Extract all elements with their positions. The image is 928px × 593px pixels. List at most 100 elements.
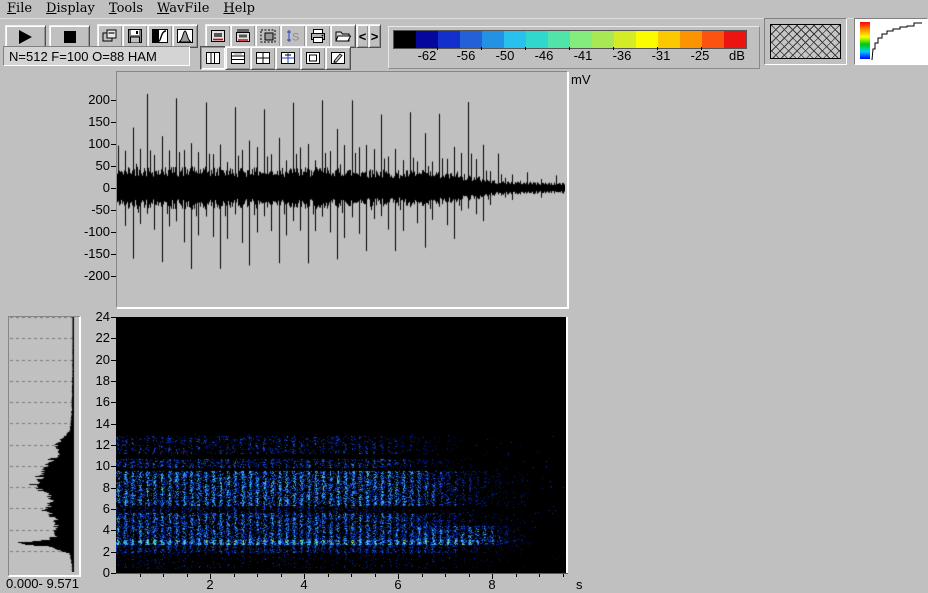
waveform-y-label: 150 bbox=[88, 114, 110, 129]
colorbar-cell bbox=[680, 31, 702, 48]
layout-vertical-panes-button[interactable] bbox=[200, 46, 226, 70]
spectrogram-y-tick bbox=[111, 381, 116, 382]
spectrogram-x-label: 6 bbox=[394, 577, 402, 592]
db-colorbar[interactable] bbox=[393, 30, 747, 49]
waveform-y-label: -100 bbox=[83, 224, 110, 239]
spectrogram-y-tick bbox=[111, 360, 116, 361]
waveform-y-tick bbox=[111, 210, 116, 211]
colorbar-cell bbox=[724, 31, 746, 48]
menu-item-tools[interactable]: Tools bbox=[102, 0, 150, 16]
average-spectrum-display[interactable] bbox=[9, 317, 76, 572]
time-tick bbox=[163, 574, 164, 577]
menu-item-help[interactable]: Help bbox=[216, 0, 262, 16]
colorbar-cell bbox=[482, 31, 504, 48]
spectrogram-y-label: 14 bbox=[95, 416, 110, 431]
scale-icon: S bbox=[287, 30, 299, 43]
colorbar-cell bbox=[570, 31, 592, 48]
layout-grid-cross-icon bbox=[281, 52, 295, 64]
layout-grid-icon bbox=[256, 52, 270, 64]
scroll-left-icon: < bbox=[358, 28, 367, 44]
colorbar-cell bbox=[504, 31, 526, 48]
waveform-plot-frame bbox=[116, 71, 568, 308]
spectrogram-y-label: 10 bbox=[95, 458, 110, 473]
texture-preview-button[interactable] bbox=[764, 18, 847, 65]
spectrogram-y-label: 18 bbox=[95, 373, 110, 388]
spectrogram-y-label: 24 bbox=[95, 309, 110, 324]
spectrogram-y-label: 20 bbox=[95, 352, 110, 367]
time-unit-label: s bbox=[576, 577, 583, 592]
time-axis-line bbox=[116, 573, 568, 574]
waveform-y-label: 0 bbox=[102, 180, 110, 195]
spectrogram-frame bbox=[116, 317, 568, 573]
waveform-y-tick bbox=[111, 232, 116, 233]
print-button[interactable] bbox=[305, 24, 331, 48]
stop-button[interactable] bbox=[49, 25, 90, 48]
scale-button[interactable]: S bbox=[280, 24, 306, 48]
save-button[interactable] bbox=[122, 24, 148, 48]
time-tick bbox=[469, 574, 470, 577]
colorbar-label: -25 bbox=[690, 48, 710, 63]
spectrogram-y-label: 0 bbox=[102, 565, 110, 580]
print-icon bbox=[311, 29, 325, 43]
region-fill-icon bbox=[260, 29, 276, 43]
save-icon bbox=[128, 29, 142, 43]
spectrogram-y-tick bbox=[111, 445, 116, 446]
status-text: N=512 F=100 O=88 HAM bbox=[9, 48, 157, 64]
waveform-y-label: 50 bbox=[95, 158, 110, 173]
transfer-curve-button[interactable] bbox=[147, 24, 173, 48]
display-frame-button[interactable] bbox=[205, 24, 231, 48]
spectrogram-app-window: File Display Tools WavFile Help S < > N=… bbox=[0, 0, 928, 593]
spectrogram-y-tick bbox=[111, 402, 116, 403]
window-function-button[interactable] bbox=[172, 24, 198, 48]
layout-grid-button[interactable] bbox=[250, 46, 276, 70]
time-tick bbox=[351, 574, 352, 577]
spectrogram-x-label: 2 bbox=[206, 577, 214, 592]
play-button[interactable] bbox=[5, 25, 46, 48]
colorbar-label: -46 bbox=[534, 48, 554, 63]
waveform-y-label: 100 bbox=[88, 136, 110, 151]
crosshatch-pattern-icon bbox=[770, 24, 841, 59]
palette-curve-preview-button[interactable] bbox=[854, 18, 928, 65]
layout-horizontal-panes-button[interactable] bbox=[225, 46, 251, 70]
menu-item-file[interactable]: File bbox=[0, 0, 39, 16]
spectrogram-x-label: 8 bbox=[488, 577, 496, 592]
colorbar-cell bbox=[460, 31, 482, 48]
menu-item-wavfile[interactable]: WavFile bbox=[150, 0, 216, 16]
layout-horizontal-panes-icon bbox=[231, 52, 245, 64]
colorbar-cell bbox=[636, 31, 658, 48]
spectrogram-y-label: 4 bbox=[102, 522, 110, 537]
db-colorbar-panel: -62 -56 -50 -46 -41 -36 -31 -25 dB bbox=[388, 26, 760, 69]
layout-single-pane-button[interactable] bbox=[300, 46, 326, 70]
colorbar-label: -56 bbox=[456, 48, 476, 63]
spectrogram-display[interactable] bbox=[116, 317, 566, 573]
time-tick bbox=[140, 574, 141, 577]
layout-grid-cross-button[interactable] bbox=[275, 46, 301, 70]
waveform-y-tick bbox=[111, 188, 116, 189]
menu-bar: File Display Tools WavFile Help bbox=[0, 0, 928, 19]
annotate-button[interactable] bbox=[325, 46, 351, 70]
copy-window-button[interactable] bbox=[97, 24, 123, 48]
db-unit-label: dB bbox=[729, 48, 745, 63]
spectrogram-y-tick bbox=[111, 552, 116, 553]
time-range-label: 0.000- 9.571 bbox=[6, 576, 80, 591]
waveform-y-tick bbox=[111, 276, 116, 277]
comb-display-button[interactable] bbox=[230, 24, 256, 48]
colorbar-cell bbox=[658, 31, 680, 48]
open-file-button[interactable] bbox=[330, 24, 356, 48]
spectrogram-y-label: 22 bbox=[95, 330, 110, 345]
waveform-display[interactable] bbox=[117, 72, 565, 305]
colorbar-label: -31 bbox=[651, 48, 671, 63]
colorbar-cell bbox=[438, 31, 460, 48]
scroll-right-button[interactable]: > bbox=[368, 24, 381, 48]
colorbar-cell bbox=[702, 31, 724, 48]
menu-item-display[interactable]: Display bbox=[39, 0, 102, 16]
region-fill-button[interactable] bbox=[255, 24, 281, 48]
time-tick bbox=[539, 574, 540, 577]
colorbar-cell bbox=[526, 31, 548, 48]
spectrogram-y-tick bbox=[111, 338, 116, 339]
waveform-y-label: -50 bbox=[91, 202, 110, 217]
time-tick bbox=[328, 574, 329, 577]
colorbar-cell bbox=[394, 31, 416, 48]
colorbar-cell bbox=[592, 31, 614, 48]
comb-display-icon bbox=[236, 29, 250, 42]
